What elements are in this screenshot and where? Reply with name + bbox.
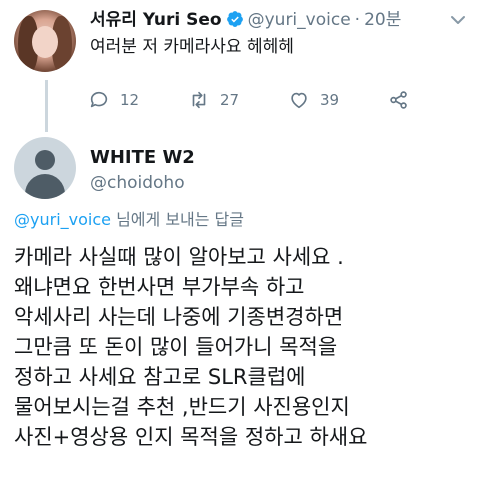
separator-dot: · xyxy=(354,10,361,30)
avatar[interactable] xyxy=(14,10,76,72)
thread-connector-line xyxy=(45,80,48,132)
timestamp[interactable]: 20분 xyxy=(364,10,401,30)
reply-text-line: 카메라 사실때 많이 알아보고 사세요 . xyxy=(14,245,344,269)
mention-link[interactable]: @yuri_voice xyxy=(14,210,111,229)
retweet-icon xyxy=(192,91,206,109)
like-icon xyxy=(291,92,307,109)
retweet-button[interactable]: 27 xyxy=(188,88,239,112)
avatar-head-silhouette xyxy=(35,150,55,170)
caret-down-icon[interactable] xyxy=(446,8,470,32)
handle[interactable]: @yuri_voice xyxy=(248,10,351,30)
reply-text-line: 왜냐면요 한번사면 부가부속 하고 xyxy=(14,275,305,299)
tweet-text: 여러분 저 카메라사요 헤헤헤 xyxy=(90,37,294,57)
replying-to-context: @yuri_voice 님에게 보내는 답글 xyxy=(14,209,244,231)
reply-text: 카메라 사실때 많이 알아보고 사세요 . 왜냐면요 한번사면 부가부속 하고 … xyxy=(14,242,476,452)
like-button[interactable]: 39 xyxy=(288,88,339,112)
action-bar: 12 27 39 xyxy=(88,88,428,112)
share-icon xyxy=(390,91,407,109)
reply-text-line: 정하고 사세요 참고로 SLR클럽에 xyxy=(14,365,306,389)
like-count: 39 xyxy=(320,91,340,109)
reply-handle[interactable]: @choidoho xyxy=(90,172,185,194)
default-avatar[interactable] xyxy=(14,137,76,199)
reply-text-line: 물어보시는걸 추천 ,반드기 사진용인지 xyxy=(14,395,350,419)
tweet-header: 서유리 Yuri Seo @yuri_voice · 20분 xyxy=(90,9,401,31)
share-button[interactable] xyxy=(388,88,420,112)
reply-display-name[interactable]: WHITE W2 xyxy=(90,147,195,169)
reply-button[interactable]: 12 xyxy=(88,88,139,112)
retweet-count: 27 xyxy=(220,91,240,109)
reply-count: 12 xyxy=(120,91,140,109)
replying-to-label: 님에게 보내는 답글 xyxy=(110,210,245,229)
reply-text-line: 악세사리 사는데 나중에 기종변경하면 xyxy=(14,305,344,329)
verified-badge-icon xyxy=(226,11,243,27)
display-name[interactable]: 서유리 Yuri Seo xyxy=(90,10,222,30)
reply-text-line: 그만큼 또 돈이 많이 들어가니 목적을 xyxy=(14,335,338,359)
avatar-shoulders-silhouette xyxy=(25,174,65,199)
avatar-face xyxy=(32,26,58,58)
reply-icon xyxy=(90,91,108,108)
reply-text-line: 사진+영상용 인지 목적을 정하고 하새요 xyxy=(14,425,368,449)
